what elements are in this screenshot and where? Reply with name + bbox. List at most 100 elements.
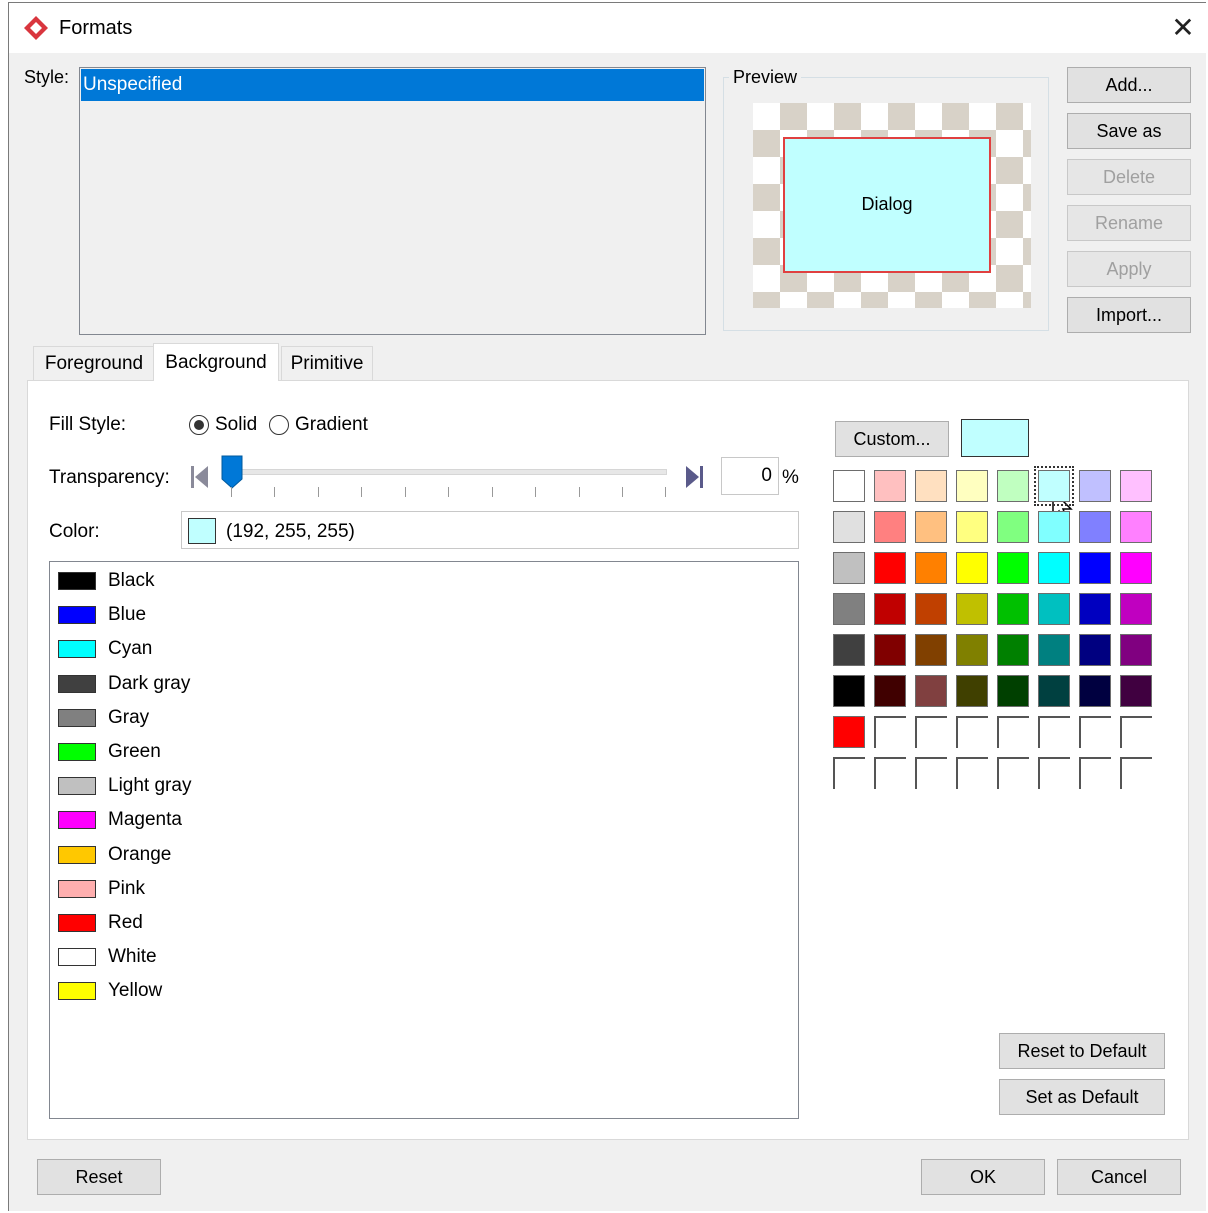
palette-color-cell[interactable] [1079,634,1111,666]
palette-color-cell[interactable] [874,552,906,584]
palette-color-cell[interactable] [1120,470,1152,502]
palette-color-cell[interactable] [997,470,1029,502]
palette-color-cell[interactable] [997,634,1029,666]
slider-min-icon[interactable] [191,464,209,490]
palette-empty-cell[interactable] [833,757,865,789]
color-list-item[interactable]: White [58,942,157,972]
palette-empty-cell[interactable] [915,716,947,748]
transparency-input[interactable]: 0 [721,457,779,495]
palette-color-cell[interactable] [1120,511,1152,543]
palette-color-cell[interactable] [956,593,988,625]
palette-color-cell[interactable] [956,634,988,666]
add-button[interactable]: Add... [1067,67,1191,103]
palette-color-cell[interactable] [833,470,865,502]
palette-color-cell[interactable] [1038,593,1070,625]
palette-color-cell[interactable] [833,593,865,625]
color-list-item[interactable]: Green [58,737,161,767]
palette-color-cell[interactable] [915,593,947,625]
transparency-slider-thumb[interactable] [221,455,243,489]
color-list-item[interactable]: Orange [58,840,171,870]
palette-color-cell[interactable] [1120,552,1152,584]
palette-empty-cell[interactable] [1038,716,1070,748]
cancel-button[interactable]: Cancel [1057,1159,1181,1195]
tab-primitive[interactable]: Primitive [281,346,373,380]
palette-empty-cell[interactable] [997,757,1029,789]
palette-color-cell[interactable] [956,511,988,543]
palette-color-cell[interactable] [1079,511,1111,543]
color-list-item[interactable]: Pink [58,874,145,904]
color-list-item[interactable]: Dark gray [58,669,190,699]
palette-color-cell[interactable] [833,634,865,666]
palette-empty-cell[interactable] [1079,757,1111,789]
palette-color-cell[interactable] [956,552,988,584]
palette-color-cell[interactable] [1079,675,1111,707]
color-list-item[interactable]: Yellow [58,976,162,1006]
tab-background[interactable]: Background [153,343,279,381]
color-field[interactable]: (192, 255, 255) [181,511,799,549]
palette-color-cell[interactable] [1079,470,1111,502]
gradient-radio[interactable] [269,415,289,435]
palette-color-cell[interactable] [874,511,906,543]
palette-color-cell[interactable] [874,593,906,625]
color-list-item[interactable]: Black [58,566,154,596]
palette-color-cell[interactable] [997,552,1029,584]
palette-color-cell[interactable] [1120,675,1152,707]
palette-empty-cell[interactable] [1120,716,1152,748]
palette-color-cell[interactable] [833,675,865,707]
solid-radio-label[interactable]: Solid [215,414,257,436]
rename-button[interactable]: Rename [1067,205,1191,241]
palette-color-cell[interactable] [833,716,865,748]
palette-empty-cell[interactable] [874,716,906,748]
palette-color-cell[interactable] [1079,552,1111,584]
palette-color-cell[interactable] [915,675,947,707]
palette-color-cell[interactable] [1034,466,1074,506]
palette-color-cell[interactable] [1038,634,1070,666]
named-color-list[interactable]: Black Blue Cyan Dark gray Gray Green Light gra… [49,561,799,1119]
palette-color-cell[interactable] [915,634,947,666]
palette-color-cell[interactable] [915,552,947,584]
palette-color-cell[interactable] [1079,593,1111,625]
color-list-item[interactable]: Red [58,908,143,938]
palette-color-cell[interactable] [1120,593,1152,625]
palette-color-cell[interactable] [1038,511,1070,543]
palette-empty-cell[interactable] [874,757,906,789]
tab-foreground[interactable]: Foreground [33,346,155,380]
palette-empty-cell[interactable] [1079,716,1111,748]
gradient-radio-label[interactable]: Gradient [295,414,368,436]
palette-color-cell[interactable] [833,552,865,584]
palette-color-cell[interactable] [833,511,865,543]
palette-empty-cell[interactable] [997,716,1029,748]
reset-button[interactable]: Reset [37,1159,161,1195]
style-list-item-selected[interactable]: Unspecified [81,69,704,101]
palette-color-cell[interactable] [874,470,906,502]
import-button[interactable]: Import... [1067,297,1191,333]
palette-color-cell[interactable] [1038,552,1070,584]
color-list-item[interactable]: Blue [58,600,146,630]
save-as-button[interactable]: Save as [1067,113,1191,149]
palette-color-cell[interactable] [997,593,1029,625]
solid-radio[interactable] [189,415,209,435]
palette-empty-cell[interactable] [956,716,988,748]
palette-color-cell[interactable] [997,511,1029,543]
color-list-item[interactable]: Gray [58,703,149,733]
color-list-item[interactable]: Cyan [58,634,152,664]
reset-to-default-button[interactable]: Reset to Default [999,1033,1165,1069]
palette-color-cell[interactable] [874,634,906,666]
palette-empty-cell[interactable] [956,757,988,789]
style-list[interactable]: Unspecified [79,67,706,335]
palette-empty-cell[interactable] [1038,757,1070,789]
apply-button[interactable]: Apply [1067,251,1191,287]
palette-color-cell[interactable] [956,470,988,502]
palette-color-cell[interactable] [956,675,988,707]
palette-empty-cell[interactable] [1120,757,1152,789]
color-list-item[interactable]: Light gray [58,771,191,801]
palette-empty-cell[interactable] [915,757,947,789]
close-icon[interactable]: ✕ [1166,11,1200,45]
palette-color-cell[interactable] [997,675,1029,707]
palette-color-cell[interactable] [1038,675,1070,707]
slider-max-icon[interactable] [685,464,703,490]
color-list-item[interactable]: Magenta [58,805,182,835]
ok-button[interactable]: OK [921,1159,1045,1195]
palette-color-cell[interactable] [1120,634,1152,666]
custom-color-button[interactable]: Custom... [835,421,949,457]
